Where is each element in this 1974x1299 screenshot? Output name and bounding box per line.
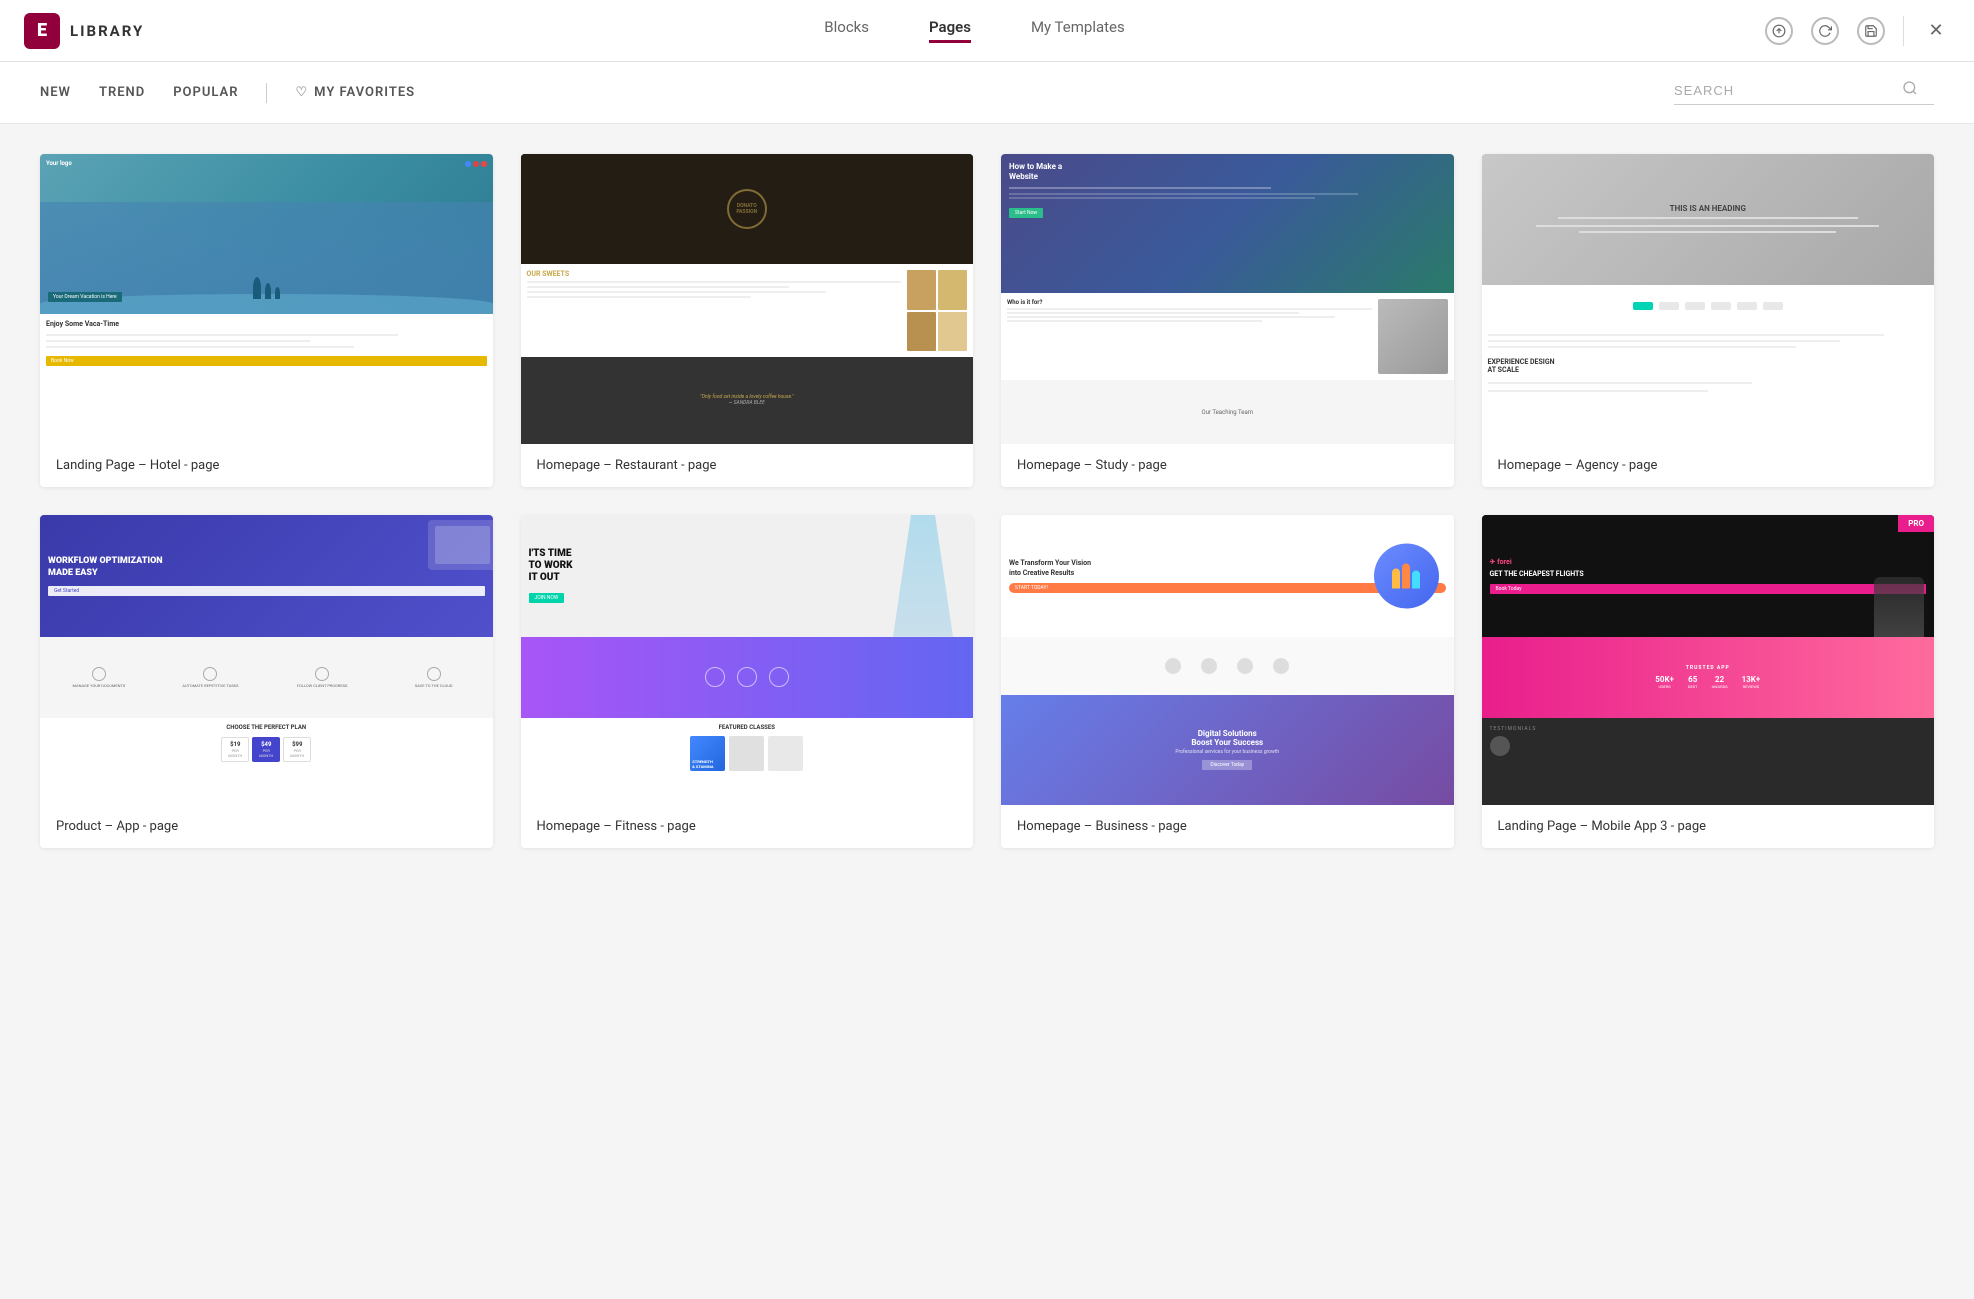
nav-tabs: Blocks Pages My Templates <box>184 18 1765 43</box>
card-preview-hotel: Your logo <box>40 154 493 444</box>
card-label-restaurant: Homepage – Restaurant - page <box>521 444 974 487</box>
card-preview-fitness: I'TS TIMETO WORKIT OUT JOIN NOW <box>521 515 974 805</box>
filter-trend[interactable]: TREND <box>99 85 145 100</box>
logo-text: LIBRARY <box>70 22 144 40</box>
template-grid: Your logo <box>40 154 1934 848</box>
card-label-study: Homepage – Study - page <box>1001 444 1454 487</box>
filter-popular[interactable]: POPULAR <box>173 85 238 100</box>
header: E LIBRARY Blocks Pages My Templates <box>0 0 1974 62</box>
card-preview-restaurant: DONATOPASSION OUR SWEETS <box>521 154 974 444</box>
tab-my-templates[interactable]: My Templates <box>1031 18 1125 43</box>
card-label-mobile: Landing Page – Mobile App 3 - page <box>1482 805 1935 848</box>
search-area <box>1674 80 1934 105</box>
card-hotel[interactable]: Your logo <box>40 154 493 487</box>
tab-blocks[interactable]: Blocks <box>824 18 869 43</box>
card-preview-agency: THIS IS AN HEADING <box>1482 154 1935 444</box>
tab-pages[interactable]: Pages <box>929 18 971 43</box>
save-button[interactable] <box>1857 17 1885 45</box>
card-business[interactable]: We Transform Your Visioninto Creative Re… <box>1001 515 1454 848</box>
card-agency[interactable]: THIS IS AN HEADING <box>1482 154 1935 487</box>
filter-bar: NEW TREND POPULAR ♡ MY FAVORITES <box>0 62 1974 124</box>
card-label-business: Homepage – Business - page <box>1001 805 1454 848</box>
card-fitness[interactable]: I'TS TIMETO WORKIT OUT JOIN NOW <box>521 515 974 848</box>
pro-badge: PRO <box>1898 515 1934 532</box>
close-button[interactable]: ✕ <box>1922 17 1950 45</box>
refresh-button[interactable] <box>1811 17 1839 45</box>
heart-icon: ♡ <box>295 85 308 100</box>
upload-button[interactable] <box>1765 17 1793 45</box>
card-label-hotel: Landing Page – Hotel - page <box>40 444 493 487</box>
main-content: Your logo <box>0 124 1974 1293</box>
filter-new[interactable]: NEW <box>40 85 71 100</box>
filter-separator <box>266 83 267 103</box>
grid-area[interactable]: Your logo <box>0 124 1974 1293</box>
logo-icon: E <box>24 13 60 49</box>
card-app[interactable]: WORKFLOW OPTIMIZATIONMADE EASY Get Start… <box>40 515 493 848</box>
card-study[interactable]: How to Make aWebsite Start Now Who is it… <box>1001 154 1454 487</box>
card-label-app: Product – App - page <box>40 805 493 848</box>
header-actions: ✕ <box>1765 16 1950 46</box>
card-label-fitness: Homepage – Fitness - page <box>521 805 974 848</box>
logo-area: E LIBRARY <box>24 13 184 49</box>
card-restaurant[interactable]: DONATOPASSION OUR SWEETS <box>521 154 974 487</box>
favorites-label: MY FAVORITES <box>314 85 415 100</box>
filter-items: NEW TREND POPULAR ♡ MY FAVORITES <box>40 83 1674 103</box>
card-preview-app: WORKFLOW OPTIMIZATIONMADE EASY Get Start… <box>40 515 493 805</box>
card-label-agency: Homepage – Agency - page <box>1482 444 1935 487</box>
divider <box>1903 16 1904 46</box>
search-input[interactable] <box>1674 83 1894 98</box>
card-preview-business: We Transform Your Visioninto Creative Re… <box>1001 515 1454 805</box>
card-preview-study: How to Make aWebsite Start Now Who is it… <box>1001 154 1454 444</box>
card-mobile[interactable]: ✈ forei GET THE CHEAPEST FLIGHTS Book To… <box>1482 515 1935 848</box>
favorites-filter[interactable]: ♡ MY FAVORITES <box>295 85 415 100</box>
card-preview-mobile: ✈ forei GET THE CHEAPEST FLIGHTS Book To… <box>1482 515 1935 805</box>
search-icon[interactable] <box>1902 80 1918 100</box>
